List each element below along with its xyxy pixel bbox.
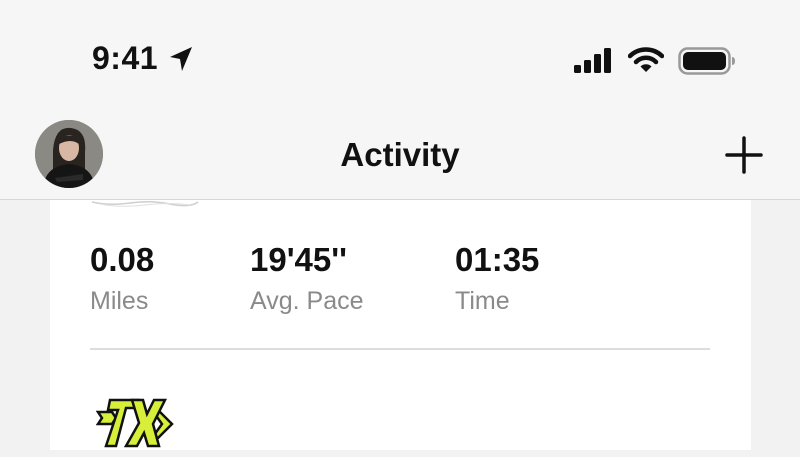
status-time: 9:41: [92, 40, 159, 76]
cellular-signal-icon: [574, 48, 614, 79]
activity-card[interactable]: 0.08 Miles 19'45'' Avg. Pace 01:35 Time: [50, 200, 751, 450]
page-title: Activity: [340, 136, 460, 173]
battery-icon: [678, 47, 736, 80]
stat-distance: 0.08 Miles: [90, 240, 154, 316]
navigation-bar: Activity: [0, 110, 800, 200]
add-button[interactable]: [724, 135, 764, 175]
stat-value: 01:35: [455, 241, 540, 278]
divider: [90, 348, 710, 350]
stat-avg-pace: 19'45'' Avg. Pace: [250, 240, 364, 316]
stat-value: 19'45'': [250, 241, 347, 278]
wifi-icon: [627, 46, 665, 79]
stat-label: Miles: [90, 287, 149, 315]
achievement-7x-badge-icon[interactable]: [95, 396, 176, 457]
location-arrow-icon: [168, 45, 194, 78]
route-map-remnant: [91, 200, 199, 207]
plus-icon: [724, 136, 764, 179]
status-bar: 9:41: [0, 0, 800, 110]
stat-value: 0.08: [90, 241, 155, 278]
stat-label: Avg. Pace: [250, 287, 364, 315]
stat-label: Time: [455, 287, 510, 315]
stat-time: 01:35 Time: [455, 240, 539, 316]
